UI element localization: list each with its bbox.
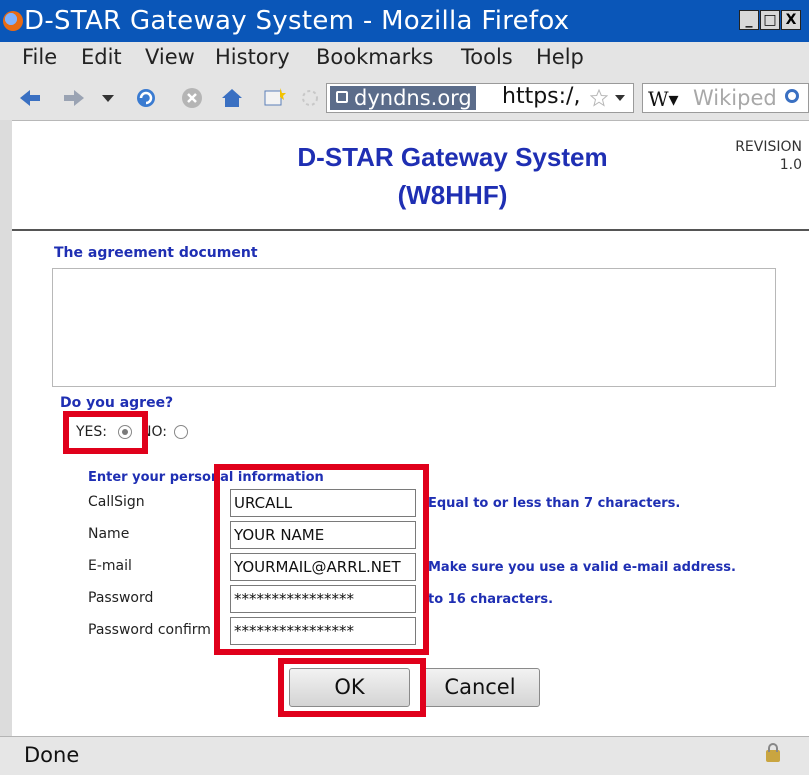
- divider: [12, 229, 809, 231]
- cancel-button[interactable]: Cancel: [420, 668, 540, 707]
- password-label: Password: [88, 590, 154, 606]
- callsign-label: CallSign: [88, 494, 145, 510]
- menu-tools[interactable]: Tools: [461, 45, 513, 69]
- loading-icon: [302, 90, 318, 106]
- revision-value: 1.0: [779, 157, 802, 173]
- maximize-button[interactable]: □: [760, 10, 780, 30]
- forward-icon[interactable]: [62, 86, 86, 110]
- page-title: D-STAR Gateway System: [297, 142, 608, 172]
- highlight-yes-box: [63, 411, 148, 454]
- agree-question: Do you agree?: [60, 395, 174, 411]
- close-button[interactable]: X: [781, 10, 801, 30]
- reload-icon[interactable]: [134, 86, 158, 110]
- callsign-hint: Equal to or less than 7 characters.: [428, 496, 681, 511]
- revision-label: REVISION: [735, 139, 802, 155]
- agreement-heading: The agreement document: [54, 245, 258, 261]
- email-hint: Make sure you use a valid e-mail address…: [428, 560, 736, 575]
- search-icon[interactable]: [785, 89, 799, 103]
- highlight-fields-box: [214, 464, 429, 655]
- password-confirm-label: Password confirm: [88, 622, 211, 638]
- email-label: E-mail: [88, 558, 132, 574]
- password-hint: to 16 characters.: [428, 592, 554, 607]
- dropdown-icon[interactable]: [100, 86, 116, 110]
- page-subtitle: (W8HHF): [397, 180, 508, 210]
- menu-history[interactable]: History: [215, 45, 290, 69]
- name-label: Name: [88, 526, 130, 542]
- lock-icon[interactable]: [766, 743, 780, 762]
- highlight-ok-box: [278, 658, 426, 717]
- search-engine-button[interactable]: W▾: [648, 87, 679, 111]
- site-identity-button[interactable]: dyndns.org: [330, 86, 476, 110]
- home-icon[interactable]: [220, 86, 244, 110]
- status-text: Done: [24, 743, 80, 767]
- url-dropdown-icon[interactable]: [613, 90, 627, 106]
- window-border: [0, 120, 12, 736]
- stop-icon[interactable]: [180, 86, 204, 110]
- menu-edit[interactable]: Edit: [81, 45, 122, 69]
- search-input[interactable]: Wikiped: [693, 86, 777, 110]
- status-bar: [0, 736, 809, 775]
- agreement-textarea[interactable]: [52, 268, 776, 387]
- url-text[interactable]: https:/,: [502, 84, 580, 109]
- back-icon[interactable]: [18, 86, 42, 110]
- window-title: D-STAR Gateway System - Mozilla Firefox: [24, 6, 570, 36]
- firefox-logo-icon: [3, 11, 23, 31]
- star-icon[interactable]: [590, 89, 608, 107]
- no-radio[interactable]: [174, 425, 188, 439]
- menu-view[interactable]: View: [145, 45, 195, 69]
- menu-help[interactable]: Help: [536, 45, 584, 69]
- menu-file[interactable]: File: [22, 45, 57, 69]
- site-identity-icon: [336, 91, 348, 103]
- menu-bookmarks[interactable]: Bookmarks: [316, 45, 433, 69]
- minimize-button[interactable]: _: [739, 10, 759, 30]
- bookmark-icon[interactable]: [262, 86, 286, 110]
